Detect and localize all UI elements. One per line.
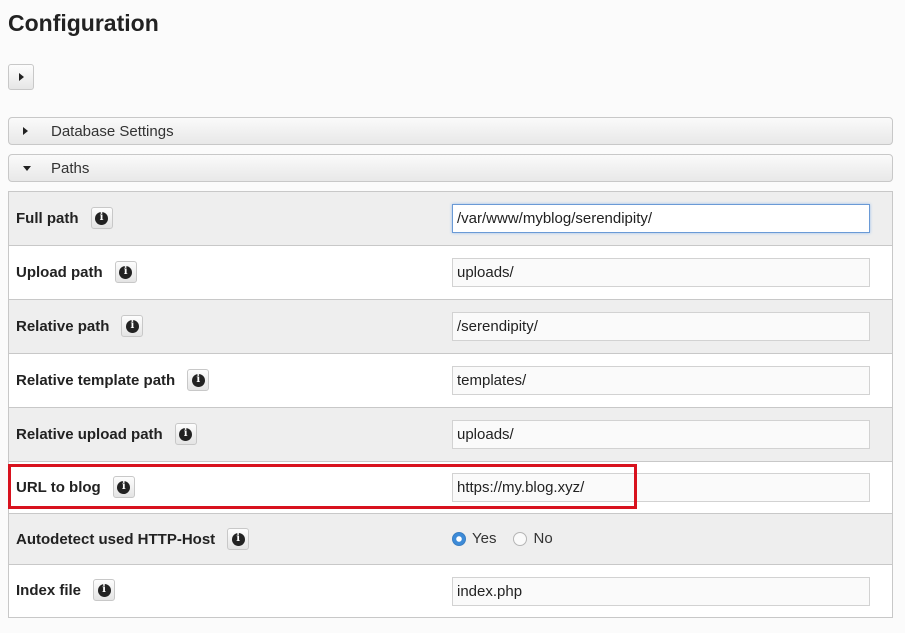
setting-label: URL to blog xyxy=(16,478,101,496)
relative-upload-path-input[interactable] xyxy=(452,420,870,449)
radio-yes[interactable] xyxy=(452,531,466,546)
caret-down-icon xyxy=(23,165,37,171)
setting-row-index-file: Index file i xyxy=(9,564,892,617)
setting-label: Autodetect used HTTP-Host xyxy=(16,530,216,548)
info-icon: i xyxy=(125,319,139,333)
info-button[interactable]: i xyxy=(93,579,116,601)
autodetect-radio-group: Yes No xyxy=(452,530,553,547)
page-title: Configuration xyxy=(8,10,159,36)
setting-label: Relative upload path xyxy=(16,425,163,443)
info-button[interactable]: i xyxy=(121,315,144,337)
radio-no-label[interactable]: No xyxy=(533,530,552,547)
info-button[interactable]: i xyxy=(187,369,210,391)
relative-template-path-input[interactable] xyxy=(452,366,870,395)
setting-row-full-path: Full path i xyxy=(9,191,892,245)
setting-row-autodetect-http-host: Autodetect used HTTP-Host i Yes No xyxy=(9,513,892,564)
setting-label: Relative path xyxy=(16,317,110,335)
info-button[interactable]: i xyxy=(90,207,113,229)
setting-row-relative-template-path: Relative template path i xyxy=(9,353,892,407)
setting-row-url-to-blog: URL to blog i xyxy=(9,461,892,513)
upload-path-input[interactable] xyxy=(452,258,870,287)
caret-right-icon xyxy=(18,73,24,81)
relative-path-input[interactable] xyxy=(452,312,870,341)
info-button[interactable]: i xyxy=(227,528,250,550)
section-label: Paths xyxy=(51,159,90,177)
info-icon: i xyxy=(97,583,111,597)
radio-yes-label[interactable]: Yes xyxy=(472,530,496,547)
setting-label: Relative template path xyxy=(16,371,176,389)
setting-label: Full path xyxy=(16,209,79,227)
section-database-settings[interactable]: Database Settings xyxy=(8,117,893,145)
paths-settings-table: Full path i Upload path i Relative path … xyxy=(8,191,893,618)
caret-right-icon xyxy=(23,127,37,135)
setting-label: Index file xyxy=(16,581,82,599)
setting-row-upload-path: Upload path i xyxy=(9,245,892,299)
section-paths[interactable]: Paths xyxy=(8,154,893,182)
info-button[interactable]: i xyxy=(114,261,137,283)
info-icon: i xyxy=(179,427,193,441)
index-file-input[interactable] xyxy=(452,577,870,606)
full-path-input[interactable] xyxy=(452,204,870,233)
radio-no[interactable] xyxy=(513,531,528,546)
setting-row-relative-upload-path: Relative upload path i xyxy=(9,407,892,461)
info-icon: i xyxy=(231,532,245,546)
url-to-blog-input[interactable] xyxy=(452,473,870,502)
info-icon: i xyxy=(95,211,108,225)
toggle-all-sections-button[interactable] xyxy=(8,64,34,90)
info-button[interactable]: i xyxy=(174,423,197,445)
info-icon: i xyxy=(191,373,205,387)
setting-label: Upload path xyxy=(16,263,103,281)
info-icon: i xyxy=(119,265,133,279)
info-icon: i xyxy=(117,480,131,494)
setting-row-relative-path: Relative path i xyxy=(9,299,892,353)
section-label: Database Settings xyxy=(51,122,174,140)
info-button[interactable]: i xyxy=(112,476,135,498)
